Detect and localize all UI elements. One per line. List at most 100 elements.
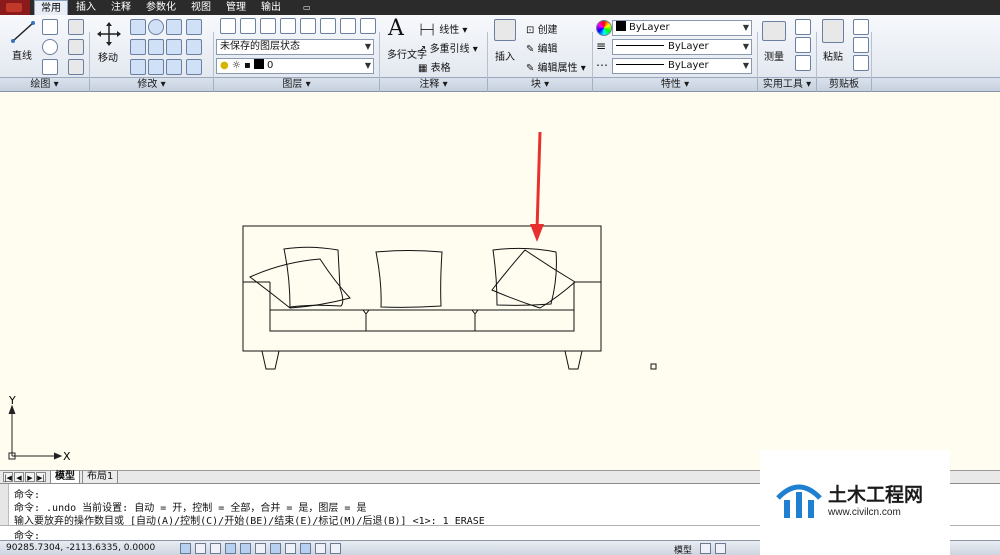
seat-cushion-middle <box>365 309 476 331</box>
command-scrollbar[interactable] <box>0 484 9 525</box>
edit-attributes-button[interactable]: ✎ 编辑属性 ▾ <box>526 59 586 74</box>
table-button[interactable]: ▦ 表格 <box>418 59 451 74</box>
fillet-icon[interactable] <box>148 39 164 55</box>
drawing-canvas[interactable]: Y X <box>0 92 1000 470</box>
edit-block-button[interactable]: ✎ 编辑 <box>526 40 558 55</box>
layer-walk-icon[interactable] <box>320 18 336 34</box>
mirror-icon[interactable] <box>130 39 146 55</box>
create-block-button[interactable]: ⊡ 创建 <box>526 21 558 36</box>
panel-title-properties[interactable]: 特性 ▾ <box>593 78 758 92</box>
quick-properties-icon[interactable] <box>330 543 341 554</box>
layer-isolate-icon[interactable] <box>240 18 256 34</box>
layout-view-icon[interactable] <box>700 543 711 554</box>
civilcn-logo-icon <box>776 484 822 518</box>
trim-icon[interactable] <box>166 19 182 35</box>
ribbon-toggle-icon[interactable]: ▭ <box>297 0 317 15</box>
prev-layout-icon[interactable]: ◀ <box>14 472 24 482</box>
polar-tracking-icon[interactable] <box>240 543 251 554</box>
array-icon[interactable] <box>166 59 182 75</box>
coordinate-readout[interactable]: 90285.7304, -2113.6335, 0.0000 <box>6 543 155 553</box>
layer-match-icon[interactable] <box>300 18 316 34</box>
line-tool-icon[interactable] <box>10 20 36 44</box>
cut-icon[interactable] <box>853 19 869 35</box>
layer-freeze-icon[interactable] <box>280 18 296 34</box>
color-combo[interactable]: ByLayer ▼ <box>612 20 752 36</box>
layer-delete-icon[interactable] <box>360 18 376 34</box>
ucs-x-label: X <box>63 450 71 463</box>
tab-manage[interactable]: 管理 <box>220 0 252 15</box>
paste-icon[interactable] <box>822 19 844 43</box>
layer-merge-icon[interactable] <box>340 18 356 34</box>
copy-clip-icon[interactable] <box>853 37 869 53</box>
linetype-combo[interactable]: ByLayer ▼ <box>612 39 752 55</box>
tab-view[interactable]: 视图 <box>185 0 217 15</box>
polyline-icon[interactable] <box>42 19 58 35</box>
otrack-icon[interactable] <box>270 543 281 554</box>
rectangle-icon[interactable] <box>68 39 84 55</box>
panel-title-block[interactable]: 块 ▾ <box>488 78 593 92</box>
hatch-icon[interactable] <box>68 59 84 75</box>
first-layout-icon[interactable]: |◀ <box>3 472 13 482</box>
watermark: 土木工程网 www.civilcn.com <box>760 450 950 555</box>
tab-home[interactable]: 常用 <box>34 0 68 15</box>
quick-view-icon[interactable] <box>715 543 726 554</box>
panel-title-layer[interactable]: 图层 ▾ <box>214 78 380 92</box>
circle-icon[interactable] <box>42 39 58 55</box>
model-space-label[interactable]: 模型 <box>674 543 692 555</box>
arc-icon[interactable] <box>42 59 58 75</box>
select-all-icon[interactable] <box>795 37 811 53</box>
match-properties-icon[interactable] <box>853 55 869 71</box>
snap-mode-icon[interactable] <box>195 543 206 554</box>
next-layout-icon[interactable]: ▶ <box>25 472 35 482</box>
offset-icon[interactable] <box>186 39 202 55</box>
quick-select-icon[interactable] <box>795 19 811 35</box>
ortho-mode-icon[interactable] <box>225 543 236 554</box>
rotate-icon[interactable] <box>148 19 164 35</box>
mtext-icon[interactable]: A <box>388 16 404 41</box>
ducs-icon[interactable] <box>285 543 296 554</box>
tab-parametric[interactable]: 参数化 <box>140 0 182 15</box>
grip-marker[interactable] <box>650 363 657 370</box>
panel-title-draw[interactable]: 绘图 ▾ <box>0 78 90 92</box>
ribbon: 直线 移动 未保存的图层状态 ▼ ● ☼ ▪ 0 ▼ A 多行文字 ├─┤ 线性… <box>0 15 1000 92</box>
measure-icon[interactable] <box>762 21 786 41</box>
undo-icon[interactable] <box>68 19 84 35</box>
dynamic-input-icon[interactable] <box>300 543 311 554</box>
watermark-title: 土木工程网 <box>828 485 924 506</box>
layer-off-icon[interactable] <box>260 18 276 34</box>
application-menu-button[interactable] <box>0 0 30 15</box>
panel-title-clipboard[interactable]: 剪贴板 <box>817 78 872 92</box>
watermark-url: www.civilcn.com <box>828 507 901 518</box>
scale-icon[interactable] <box>148 59 164 75</box>
ucs-icon <box>8 404 63 460</box>
erase-icon[interactable] <box>130 59 146 75</box>
panel-title-annotation[interactable]: 注释 ▾ <box>380 78 488 92</box>
linear-dimension-button[interactable]: ├─┤ 线性 ▾ <box>418 21 467 36</box>
current-layer-combo[interactable]: ● ☼ ▪ 0 ▼ <box>216 58 374 74</box>
lineweight-toggle-icon[interactable] <box>315 543 326 554</box>
explode-icon[interactable] <box>186 19 202 35</box>
lineweight-combo[interactable]: ByLayer ▼ <box>612 58 752 74</box>
line-tool-label: 直线 <box>12 51 32 62</box>
autocad-window: 常用 插入 注释 参数化 视图 管理 输出 ▭ 直线 移动 未保存的图层状态 ▼… <box>0 0 1000 555</box>
last-layout-icon[interactable]: ▶| <box>36 472 46 482</box>
infer-constraints-icon[interactable] <box>180 543 191 554</box>
copy-icon[interactable] <box>130 19 146 35</box>
panel-title-utilities[interactable]: 实用工具 ▾ <box>758 78 817 92</box>
stretch-icon[interactable] <box>166 39 182 55</box>
move-tool-icon[interactable] <box>96 21 122 47</box>
tab-insert[interactable]: 插入 <box>70 0 102 15</box>
insert-block-icon[interactable] <box>494 19 516 41</box>
tab-output[interactable]: 输出 <box>255 0 287 15</box>
multileader-button[interactable]: ↗ 多重引线 ▾ <box>418 40 478 55</box>
grid-display-icon[interactable] <box>210 543 221 554</box>
color-wheel-icon[interactable] <box>596 20 612 36</box>
calculator-icon[interactable] <box>795 55 811 71</box>
paste-label: 粘贴 <box>823 52 843 63</box>
chamfer-icon[interactable] <box>186 59 202 75</box>
panel-title-modify[interactable]: 修改 ▾ <box>90 78 214 92</box>
object-snap-icon[interactable] <box>255 543 266 554</box>
tab-annotate[interactable]: 注释 <box>105 0 137 15</box>
layer-state-combo[interactable]: 未保存的图层状态 ▼ <box>216 39 374 55</box>
layer-properties-icon[interactable] <box>220 18 236 34</box>
